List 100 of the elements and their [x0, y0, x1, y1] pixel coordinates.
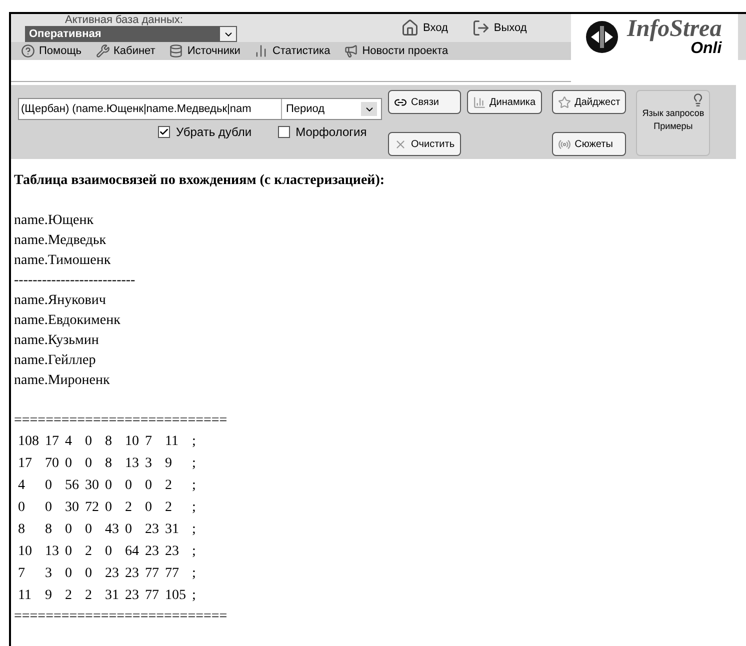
- wrench-icon: [96, 44, 110, 58]
- matrix-cell-text: 0: [125, 521, 133, 539]
- matrix-cell-text: 10: [18, 543, 33, 561]
- name-entry: name.Кузьмин: [14, 332, 100, 350]
- matrix-cell-text: 0: [85, 433, 93, 451]
- matrix-cell-text: 13: [45, 543, 60, 561]
- period-select[interactable]: Период: [281, 99, 381, 119]
- name-entry: name.Ющенк: [14, 212, 94, 230]
- matrix-cell-text: 56: [65, 477, 80, 495]
- checkbox[interactable]: [278, 126, 290, 138]
- door-icon: [401, 19, 419, 37]
- matrix-cell-text: 4: [65, 433, 73, 451]
- checkbox-label: Морфология: [296, 124, 367, 141]
- matrix-cell-text: 2: [85, 543, 93, 561]
- close-icon: [394, 138, 407, 150]
- name-entry: name.Гейллер: [14, 352, 97, 370]
- matrix-cell-text: 30: [65, 499, 80, 517]
- matrix-cell-text: 8: [18, 521, 26, 539]
- dash-separator: --------------------------: [14, 272, 136, 290]
- matrix-cell-text: 23: [145, 521, 160, 539]
- matrix-cell: 3: [145, 453, 165, 475]
- nav-link[interactable]: Статистика: [254, 42, 330, 60]
- matrix-cell-text: 0: [125, 477, 133, 495]
- matrix-cell-text: ;: [192, 477, 197, 495]
- matrix-cell-text: 31: [105, 587, 120, 605]
- name-entry: name.Тимошенк: [14, 252, 112, 270]
- matrix-cell-text: ;: [192, 433, 197, 451]
- matrix-cell-text: 77: [145, 587, 160, 605]
- nav-link[interactable]: Новости проекта: [344, 42, 448, 60]
- matrix-cell-text: 2: [125, 499, 133, 517]
- toolbar-button[interactable]: Дайджест: [552, 90, 626, 114]
- exit-icon: [472, 19, 490, 37]
- matrix-cell-text: 9: [45, 587, 53, 605]
- toolbar-button[interactable]: Очистить: [388, 132, 461, 156]
- matrix-cell-text: 8: [105, 433, 113, 451]
- matrix-cell-text: 0: [85, 565, 93, 583]
- matrix-cell-text: 0: [105, 499, 113, 517]
- login-link[interactable]: Вход: [401, 19, 448, 37]
- matrix-cell-text: 17: [18, 455, 33, 473]
- matrix-cell-text: 72: [85, 499, 100, 517]
- matrix-cell-text: 0: [65, 565, 73, 583]
- query-help-button[interactable]: Язык запросов Примеры: [636, 90, 710, 156]
- bar-chart-icon: [472, 96, 486, 108]
- matrix-cell-text: 7: [18, 565, 26, 583]
- logo-subtext: Onli: [690, 41, 722, 57]
- name-entry: name.Медведьк: [14, 232, 108, 250]
- chart-icon: [254, 44, 268, 58]
- matrix-cell-text: 0: [45, 477, 53, 495]
- query-field[interactable]: (Щербан) (name.Ющенк|name.Медведьк|nam Период: [18, 98, 382, 120]
- matrix-cell-text: 9: [165, 455, 173, 473]
- matrix-cell-text: 11: [165, 433, 180, 451]
- matrix-cell-text: 23: [145, 543, 160, 561]
- matrix-cell-text: 70: [45, 455, 60, 473]
- equals-rule: ===========================: [14, 608, 228, 626]
- matrix-cell: 17: [45, 431, 65, 453]
- matrix-cell-text: ;: [192, 521, 197, 539]
- matrix-cell-text: 23: [125, 565, 140, 583]
- matrix-cell: 0: [85, 519, 105, 541]
- matrix-cell-text: 2: [65, 587, 73, 605]
- name-entry: name.Янукович: [14, 292, 107, 310]
- matrix-cell-text: 23: [105, 565, 120, 583]
- matrix-cell-text: 31: [165, 521, 180, 539]
- matrix-cell-text: 2: [165, 477, 173, 495]
- database-label: Активная база данных:: [64, 14, 184, 26]
- toolbar-button[interactable]: Динамика: [466, 90, 542, 114]
- checkbox[interactable]: [158, 126, 170, 138]
- logo-text: InfoStrea: [627, 17, 722, 41]
- matrix-cell-text: ;: [192, 455, 197, 473]
- database-icon: [169, 44, 184, 58]
- matrix-cell-text: 30: [85, 477, 100, 495]
- name-entry: name.Мироненк: [14, 372, 111, 390]
- matrix-cell-text: 13: [125, 455, 140, 473]
- toolbar-button[interactable]: Связи: [388, 90, 461, 114]
- matrix-cell-text: 10: [125, 433, 140, 451]
- help-icon: [21, 44, 35, 58]
- matrix-cell-text: 23: [125, 587, 140, 605]
- toolbar-button[interactable]: Сюжеты: [552, 132, 626, 156]
- matrix-cell-text: 77: [145, 565, 160, 583]
- matrix-cell-text: 0: [85, 455, 93, 473]
- matrix-cell-text: 7: [145, 433, 153, 451]
- matrix-cell-text: 108: [18, 433, 40, 451]
- matrix-cell-text: 8: [105, 455, 113, 473]
- examples-text: Примеры: [654, 120, 693, 133]
- matrix-cell-text: ;: [192, 587, 197, 605]
- nav-link[interactable]: Кабинет: [96, 42, 156, 60]
- matrix-cell-text: 0: [65, 543, 73, 561]
- matrix-cell-text: 23: [165, 543, 180, 561]
- megaphone-icon: [344, 44, 358, 58]
- matrix-cell-text: 3: [45, 565, 53, 583]
- matrix-cell-text: ;: [192, 543, 197, 561]
- database-select[interactable]: Оперативная: [25, 26, 237, 42]
- matrix-cell-text: 105: [165, 587, 187, 605]
- equals-rule: ===========================: [14, 412, 228, 430]
- matrix-cell-text: 2: [85, 587, 93, 605]
- matrix-cell-text: ;: [192, 565, 197, 583]
- logout-link[interactable]: Выход: [472, 19, 527, 37]
- nav-link[interactable]: Помощь: [21, 42, 82, 60]
- nav-link[interactable]: Источники: [169, 42, 240, 60]
- logo-icon: [585, 20, 619, 54]
- matrix-cell-text: 77: [165, 565, 180, 583]
